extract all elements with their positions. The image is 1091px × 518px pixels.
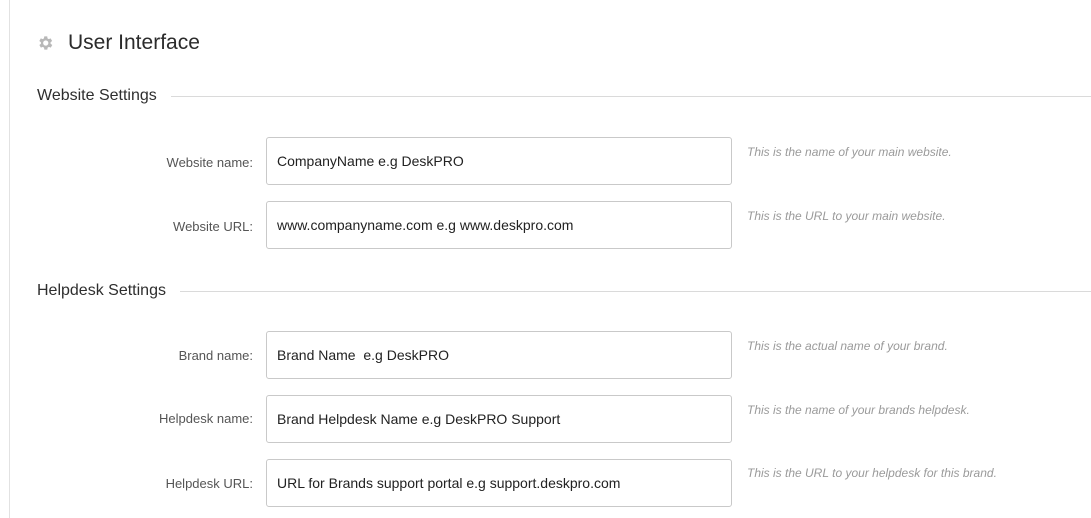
- website-name-label: Website name:: [166, 155, 253, 170]
- helpdesk-name-label: Helpdesk name:: [159, 411, 253, 426]
- section-divider: [170, 95, 1091, 97]
- left-border: [9, 0, 10, 518]
- helpdesk-url-input[interactable]: [266, 459, 732, 507]
- website-name-input[interactable]: [266, 137, 732, 185]
- website-url-hint: This is the URL to your main website.: [747, 209, 946, 223]
- helpdesk-url-hint: This is the URL to your helpdesk for thi…: [747, 466, 997, 480]
- page-title: User Interface: [68, 31, 200, 54]
- page-header: User Interface: [36, 28, 200, 58]
- website-url-input[interactable]: [266, 201, 732, 249]
- helpdesk-url-label: Helpdesk URL:: [165, 476, 253, 491]
- brand-name-hint: This is the actual name of your brand.: [747, 339, 948, 353]
- section-website-settings: Website Settings: [37, 84, 1091, 108]
- section-divider: [179, 290, 1091, 292]
- website-name-hint: This is the name of your main website.: [747, 145, 952, 159]
- helpdesk-name-input[interactable]: [266, 395, 732, 443]
- section-title: Helpdesk Settings: [37, 282, 166, 299]
- section-title: Website Settings: [37, 87, 157, 104]
- gear-icon: [39, 36, 53, 50]
- website-url-label: Website URL:: [173, 219, 253, 234]
- brand-name-input[interactable]: [266, 331, 732, 379]
- helpdesk-name-hint: This is the name of your brands helpdesk…: [747, 403, 970, 417]
- section-helpdesk-settings: Helpdesk Settings: [37, 279, 1091, 303]
- brand-name-label: Brand name:: [178, 348, 253, 363]
